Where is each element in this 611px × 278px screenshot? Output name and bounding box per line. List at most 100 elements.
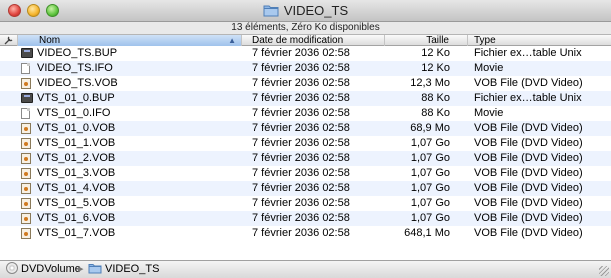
column-header: Nom ▲ Date de modification Taille Type <box>0 34 611 46</box>
column-header-size-label: Taille <box>426 35 449 46</box>
dvd-disc-icon <box>6 262 18 274</box>
vob-file-icon <box>21 183 32 194</box>
document-file-icon <box>21 108 32 119</box>
table-row[interactable]: VTS_01_6.VOB 7 février 2036 02:58 1,07 G… <box>0 211 611 226</box>
table-row[interactable]: VIDEO_TS.VOB 7 février 2036 02:58 12,3 M… <box>0 76 611 91</box>
file-kind: VOB File (DVD Video) <box>474 122 583 134</box>
file-name: VIDEO_TS.IFO <box>37 62 113 74</box>
column-header-kind[interactable]: Type <box>468 35 611 46</box>
file-name: VTS_01_0.BUP <box>37 92 115 104</box>
file-date: 7 février 2036 02:58 <box>252 47 350 59</box>
item-count-status: 13 éléments, Zéro Ko disponibles <box>231 22 380 33</box>
folder-icon <box>263 5 279 17</box>
vob-file-icon <box>21 198 32 209</box>
path-volume-label: DVDVolume <box>21 263 81 275</box>
table-row[interactable]: VIDEO_TS.IFO 7 février 2036 02:58 12 Ko … <box>0 61 611 76</box>
file-name: VTS_01_1.VOB <box>37 137 116 149</box>
document-file-icon <box>21 63 32 74</box>
file-name: VTS_01_3.VOB <box>37 167 116 179</box>
vob-file-icon <box>21 213 32 224</box>
file-date: 7 février 2036 02:58 <box>252 77 350 89</box>
column-header-kind-label: Type <box>474 35 496 46</box>
table-row[interactable]: VTS_01_0.VOB 7 février 2036 02:58 68,9 M… <box>0 121 611 136</box>
folder-icon <box>88 264 102 274</box>
path-segment-folder[interactable]: VIDEO_TS <box>88 261 159 278</box>
table-row[interactable]: VTS_01_1.VOB 7 février 2036 02:58 1,07 G… <box>0 136 611 151</box>
file-kind: VOB File (DVD Video) <box>474 77 583 89</box>
table-row[interactable]: VTS_01_2.VOB 7 février 2036 02:58 1,07 G… <box>0 151 611 166</box>
file-date: 7 février 2036 02:58 <box>252 182 350 194</box>
sort-ascending-icon: ▲ <box>228 36 236 45</box>
file-date: 7 février 2036 02:58 <box>252 137 350 149</box>
file-name: VIDEO_TS.VOB <box>37 77 118 89</box>
file-kind: VOB File (DVD Video) <box>474 137 583 149</box>
file-name: VTS_01_5.VOB <box>37 197 116 209</box>
file-name: VTS_01_0.VOB <box>37 122 116 134</box>
file-size: 12 Ko <box>421 47 450 59</box>
file-date: 7 février 2036 02:58 <box>252 227 350 239</box>
file-date: 7 février 2036 02:58 <box>252 92 350 104</box>
file-name: VTS_01_0.IFO <box>37 107 111 119</box>
file-date: 7 février 2036 02:58 <box>252 107 350 119</box>
file-date: 7 février 2036 02:58 <box>252 62 350 74</box>
table-row[interactable]: VTS_01_4.VOB 7 février 2036 02:58 1,07 G… <box>0 181 611 196</box>
file-size: 1,07 Go <box>410 152 450 164</box>
vob-file-icon <box>21 168 32 179</box>
vob-file-icon <box>21 228 32 239</box>
table-row[interactable]: VTS_01_3.VOB 7 février 2036 02:58 1,07 G… <box>0 166 611 181</box>
table-row[interactable]: VTS_01_5.VOB 7 février 2036 02:58 1,07 G… <box>0 196 611 211</box>
path-folder-label: VIDEO_TS <box>105 263 160 275</box>
file-date: 7 février 2036 02:58 <box>252 212 350 224</box>
file-kind: Movie <box>474 62 504 74</box>
resize-grip[interactable] <box>599 266 609 276</box>
executable-file-icon <box>21 48 33 59</box>
file-date: 7 février 2036 02:58 <box>252 197 350 209</box>
file-size: 88 Ko <box>421 92 450 104</box>
table-row[interactable]: VIDEO_TS.BUP 7 février 2036 02:58 12 Ko … <box>0 46 611 61</box>
file-kind: Fichier ex…table Unix <box>474 92 582 104</box>
column-header-name[interactable]: Nom ▲ <box>18 35 242 46</box>
path-separator-icon: ▸ <box>78 263 84 275</box>
title-bar: VIDEO_TS <box>0 0 611 22</box>
file-name: VTS_01_4.VOB <box>37 182 116 194</box>
file-name: VTS_01_7.VOB <box>37 227 116 239</box>
file-list: VIDEO_TS.BUP 7 février 2036 02:58 12 Ko … <box>0 46 611 241</box>
file-size: 1,07 Go <box>410 197 450 209</box>
column-header-size[interactable]: Taille <box>385 35 468 46</box>
file-size: 1,07 Go <box>410 182 450 194</box>
table-row[interactable]: VTS_01_0.BUP 7 février 2036 02:58 88 Ko … <box>0 91 611 106</box>
file-kind: Fichier ex…table Unix <box>474 47 582 59</box>
file-kind: VOB File (DVD Video) <box>474 152 583 164</box>
table-row[interactable]: VTS_01_7.VOB 7 février 2036 02:58 648,1 … <box>0 226 611 241</box>
file-size: 88 Ko <box>421 107 450 119</box>
file-size: 1,07 Go <box>410 137 450 149</box>
table-row[interactable]: VTS_01_0.IFO 7 février 2036 02:58 88 Ko … <box>0 106 611 121</box>
file-kind: VOB File (DVD Video) <box>474 197 583 209</box>
window-title: VIDEO_TS <box>283 3 349 18</box>
vob-file-icon <box>21 78 32 89</box>
path-segment-volume[interactable]: DVDVolume <box>6 261 81 278</box>
vob-file-icon <box>21 138 32 149</box>
column-header-date[interactable]: Date de modification <box>242 35 385 46</box>
status-bar: 13 éléments, Zéro Ko disponibles <box>0 22 611 34</box>
file-date: 7 février 2036 02:58 <box>252 122 350 134</box>
file-size: 68,9 Mo <box>410 122 450 134</box>
file-size: 1,07 Go <box>410 212 450 224</box>
file-kind: VOB File (DVD Video) <box>474 182 583 194</box>
file-size: 648,1 Mo <box>404 227 450 239</box>
file-name: VTS_01_6.VOB <box>37 212 116 224</box>
tools-column[interactable] <box>0 35 18 46</box>
wrench-icon[interactable] <box>4 35 14 45</box>
file-size: 1,07 Go <box>410 167 450 179</box>
file-kind: VOB File (DVD Video) <box>474 212 583 224</box>
file-kind: VOB File (DVD Video) <box>474 227 583 239</box>
file-date: 7 février 2036 02:58 <box>252 167 350 179</box>
file-size: 12,3 Mo <box>410 77 450 89</box>
window-title-container: VIDEO_TS <box>0 3 611 18</box>
column-header-name-label: Nom <box>39 35 61 46</box>
file-kind: VOB File (DVD Video) <box>474 167 583 179</box>
file-date: 7 février 2036 02:58 <box>252 152 350 164</box>
file-kind: Movie <box>474 107 504 119</box>
vob-file-icon <box>21 153 32 164</box>
path-bar: DVDVolume ▸ VIDEO_TS <box>0 260 611 278</box>
